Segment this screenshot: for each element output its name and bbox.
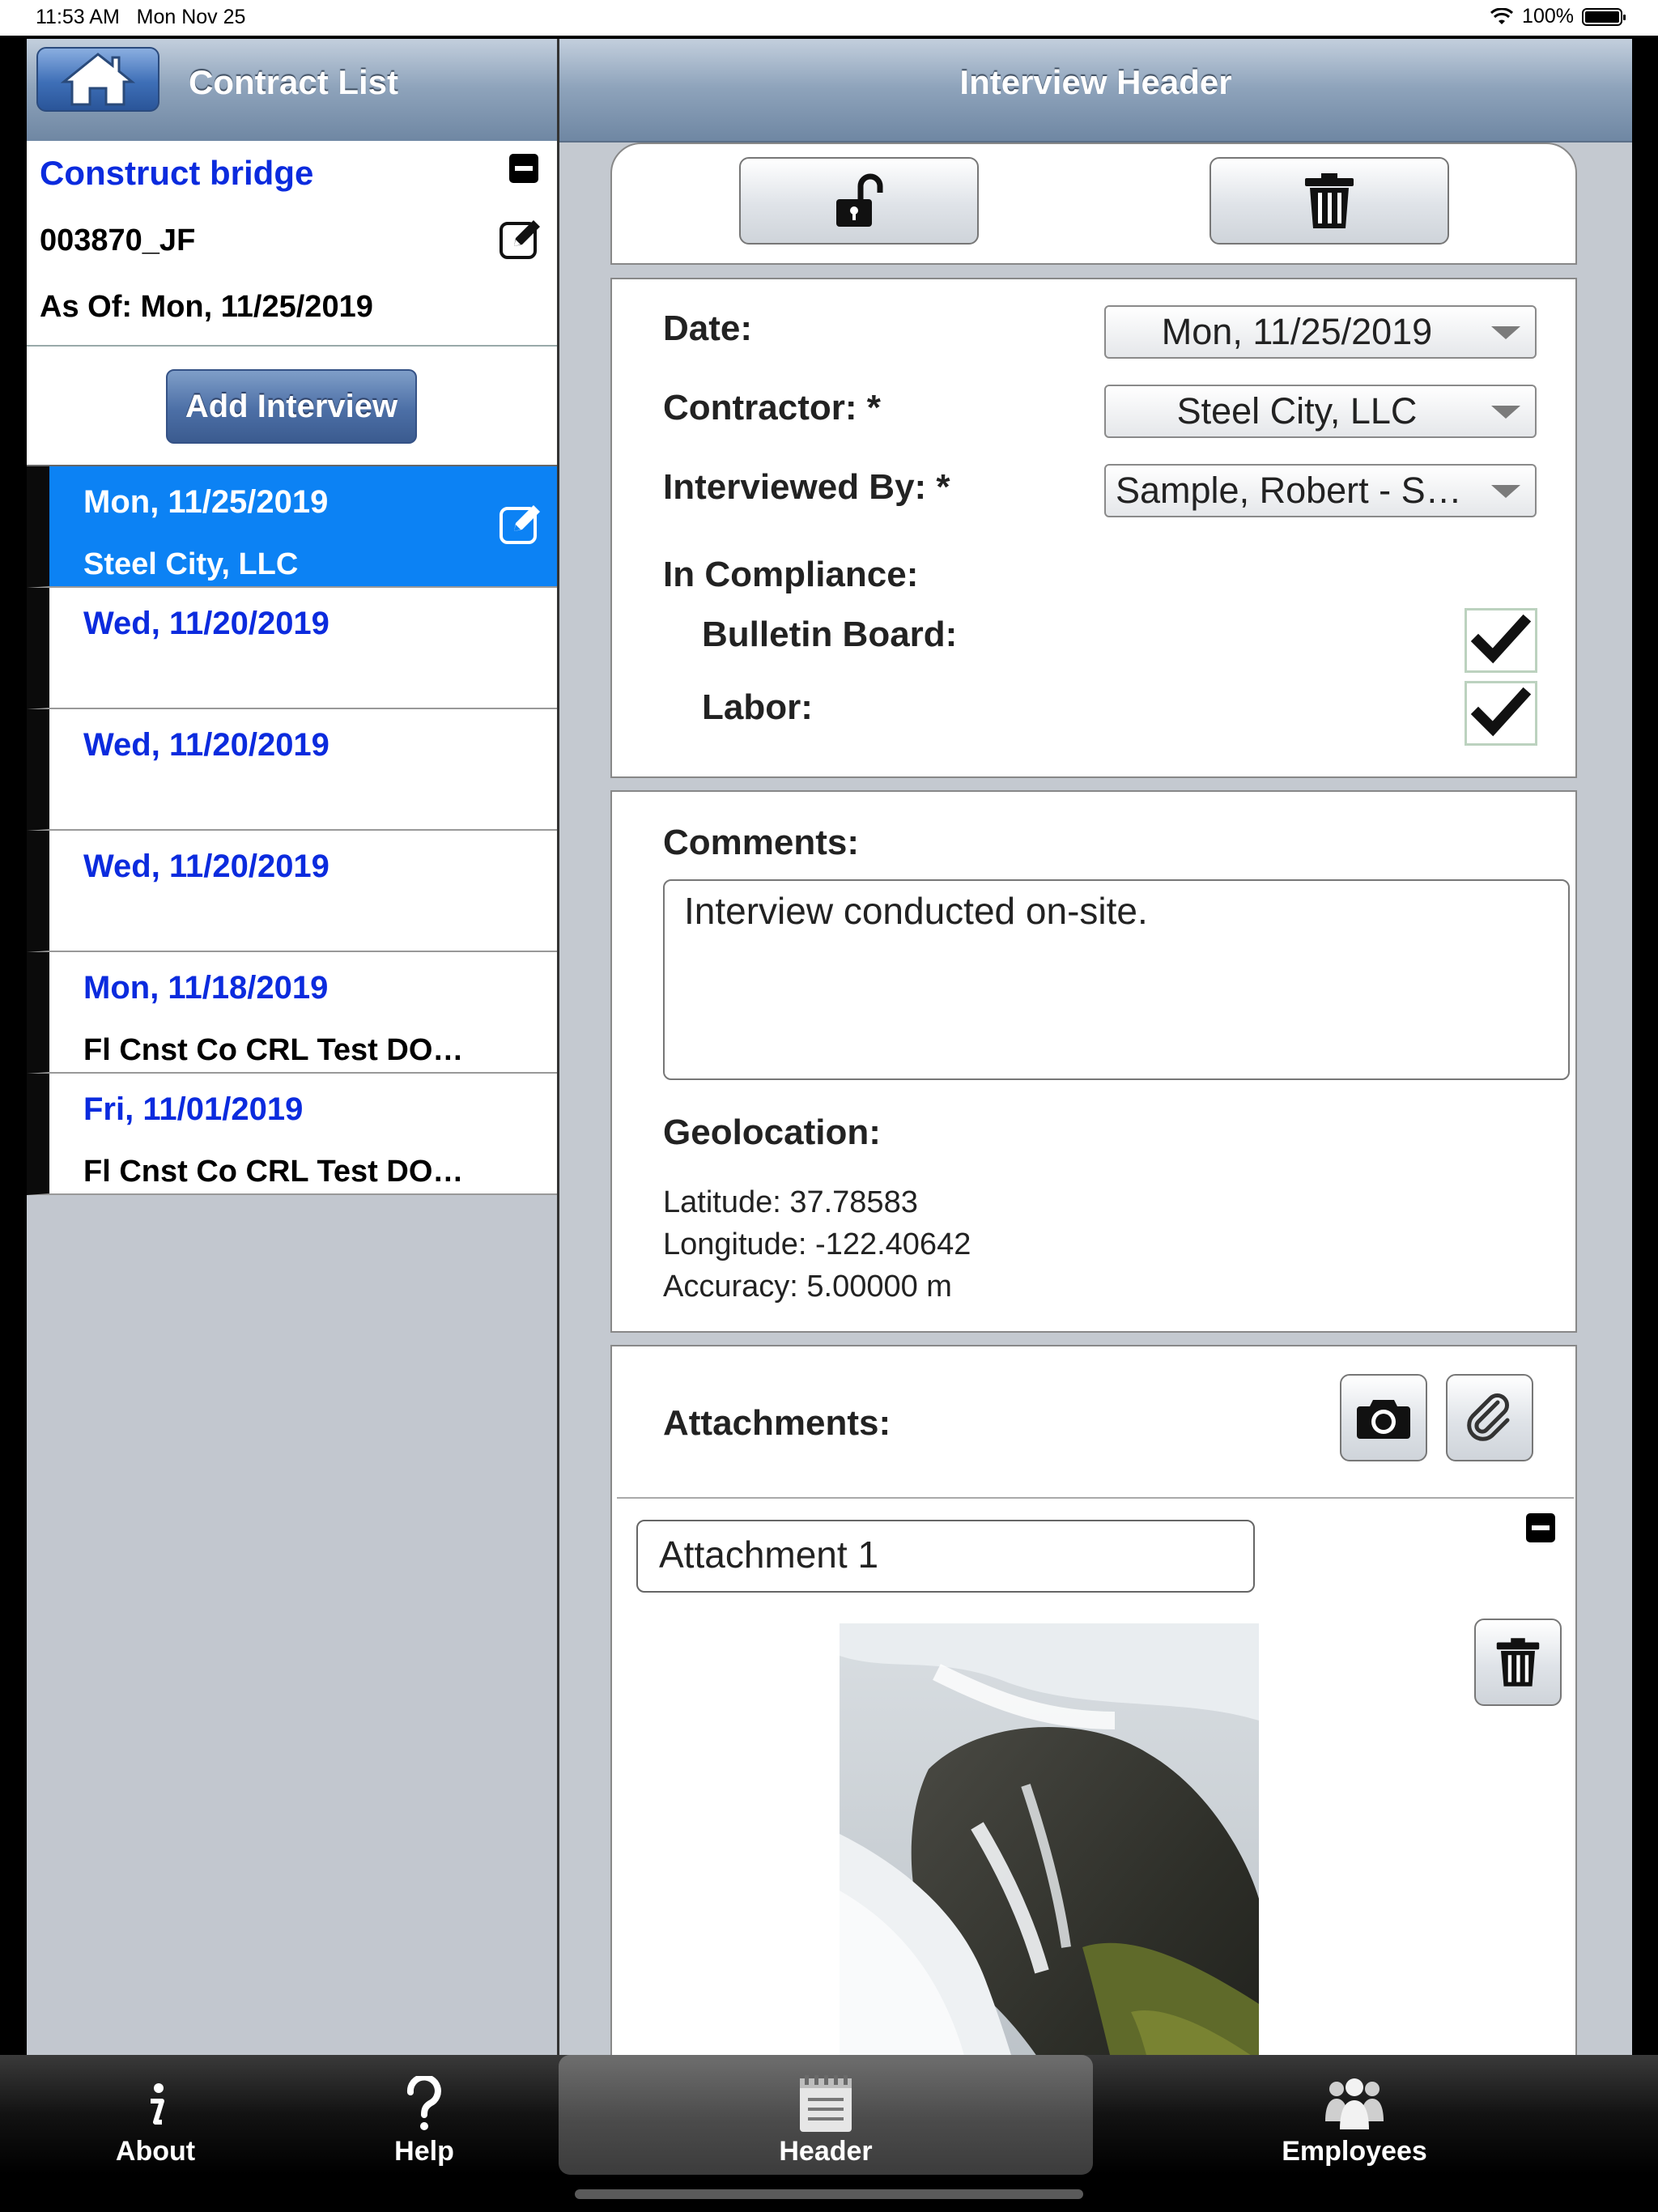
interviewed-by-dropdown[interactable]: Sample, Robert - S…	[1104, 464, 1537, 517]
longitude-text: Longitude: -122.40642	[663, 1227, 971, 1261]
collapse-icon[interactable]	[509, 154, 538, 183]
home-icon	[61, 53, 135, 106]
attachment-preview	[617, 1614, 1574, 2055]
contract-number: 003870_JF	[40, 223, 196, 257]
paperclip-icon	[1467, 1393, 1510, 1441]
chevron-down-icon	[1491, 485, 1520, 498]
attachment-name-input[interactable]: Attachment 1	[636, 1520, 1255, 1593]
interview-date: Wed, 11/20/2019	[83, 849, 329, 884]
contract-as-of: As Of: Mon, 11/25/2019	[40, 290, 373, 324]
notepad-icon	[800, 2075, 852, 2132]
attachments-section: Attachments: Attachment 1	[610, 1345, 1577, 2055]
checkmark-icon	[1470, 614, 1532, 664]
trash-icon	[1305, 173, 1354, 228]
edit-contract-icon[interactable]	[498, 215, 545, 262]
labor-checkbox[interactable]	[1465, 681, 1537, 746]
attachments-label: Attachments:	[663, 1403, 891, 1443]
info-icon	[151, 2083, 164, 2125]
contractor-value: Steel City, LLC	[1176, 390, 1418, 432]
interviewed-by-label: Interviewed By: *	[663, 467, 950, 507]
camera-icon	[1357, 1400, 1410, 1439]
interview-row[interactable]: Wed, 11/20/2019	[27, 588, 557, 709]
interview-date: Wed, 11/20/2019	[83, 606, 329, 641]
checkmark-icon	[1470, 687, 1532, 737]
interview-date: Mon, 11/25/2019	[83, 484, 329, 520]
contractor-dropdown[interactable]: Steel City, LLC	[1104, 385, 1537, 438]
date-value: Mon, 11/25/2019	[1161, 311, 1433, 352]
tab-header[interactable]: Header	[559, 2055, 1093, 2175]
question-icon	[406, 2076, 441, 2130]
battery-percent: 100%	[1522, 5, 1574, 28]
in-compliance-label: In Compliance:	[663, 555, 919, 594]
left-nav-title: Contract List	[189, 63, 399, 101]
battery-icon	[1582, 7, 1626, 26]
interview-header-pane: Interview Header Date: Mon, 11/25/2019 C…	[559, 39, 1632, 2055]
interviewed-by-value: Sample, Robert - S…	[1116, 470, 1462, 511]
accuracy-text: Accuracy: 5.00000 m	[663, 1270, 952, 1304]
comments-label: Comments:	[663, 823, 860, 862]
contract-title: Construct bridge	[40, 154, 314, 192]
people-icon	[1325, 2078, 1384, 2129]
contract-list-pane: Contract List Construct bridge 003870_JF…	[27, 39, 557, 2055]
bulletin-board-checkbox[interactable]	[1465, 608, 1537, 673]
geolocation-label: Geolocation:	[663, 1112, 881, 1152]
add-interview-button[interactable]: Add Interview	[166, 369, 417, 444]
unlock-icon	[836, 173, 883, 227]
latitude-text: Latitude: 37.78583	[663, 1185, 918, 1219]
bulletin-board-label: Bulletin Board:	[702, 615, 958, 654]
tab-bar: About Help Header Employees	[0, 2055, 1658, 2175]
interview-row[interactable]: Wed, 11/20/2019	[27, 831, 557, 952]
trash-icon	[1496, 1638, 1540, 1687]
interview-contractor: Fl Cnst Co CRL Test DO…	[83, 1033, 464, 1067]
date-dropdown[interactable]: Mon, 11/25/2019	[1104, 305, 1537, 359]
tab-label: Employees	[1282, 2136, 1427, 2167]
interview-row[interactable]: Mon, 11/18/2019 Fl Cnst Co CRL Test DO…	[27, 952, 557, 1074]
interview-row[interactable]: Fri, 11/01/2019 Fl Cnst Co CRL Test DO…	[27, 1074, 557, 1195]
attach-file-button[interactable]	[1446, 1374, 1533, 1461]
right-nav-bar: Interview Header	[559, 39, 1632, 143]
status-bar: 11:53 AM Mon Nov 25 100%	[0, 0, 1658, 36]
interview-list: Mon, 11/25/2019 Steel City, LLC Wed, 11/…	[27, 466, 557, 1195]
interview-row-selected[interactable]: Mon, 11/25/2019 Steel City, LLC	[27, 466, 557, 588]
tab-employees[interactable]: Employees	[1263, 2055, 1446, 2175]
delete-attachment-button[interactable]	[1474, 1619, 1562, 1706]
interview-date: Mon, 11/18/2019	[83, 970, 329, 1006]
interview-contractor: Steel City, LLC	[83, 547, 299, 581]
interview-contractor: Fl Cnst Co CRL Test DO…	[83, 1155, 464, 1189]
action-toolbar	[610, 143, 1577, 265]
status-right: 100%	[1490, 5, 1626, 28]
interview-form: Date: Mon, 11/25/2019 Contractor: * Stee…	[610, 278, 1577, 778]
home-button[interactable]	[36, 47, 159, 112]
attachment-row: Attachment 1	[617, 1497, 1574, 1615]
contract-summary: Construct bridge 003870_JF As Of: Mon, 1…	[27, 141, 557, 347]
comments-textarea[interactable]: Interview conducted on-site.	[663, 879, 1570, 1080]
status-time: 11:53 AM Mon Nov 25	[36, 6, 246, 28]
interview-row[interactable]: Wed, 11/20/2019	[27, 709, 557, 831]
right-nav-title: Interview Header	[959, 63, 1232, 101]
wifi-icon	[1490, 7, 1514, 24]
tab-about[interactable]: About	[74, 2055, 236, 2175]
labor-label: Labor:	[702, 687, 813, 727]
edit-interview-icon[interactable]	[498, 500, 545, 547]
chevron-down-icon	[1491, 406, 1520, 419]
waterfall-photo	[840, 1623, 1259, 2055]
tab-label: Header	[779, 2136, 873, 2167]
add-interview-area: Add Interview	[27, 347, 557, 466]
tab-label: Help	[394, 2136, 454, 2167]
camera-button[interactable]	[1340, 1374, 1427, 1461]
interview-date: Fri, 11/01/2019	[83, 1091, 304, 1127]
chevron-down-icon	[1491, 326, 1520, 339]
comments-section: Comments: Interview conducted on-site. G…	[610, 790, 1577, 1333]
unlock-button[interactable]	[739, 157, 979, 245]
interview-date: Wed, 11/20/2019	[83, 727, 329, 763]
left-nav-bar: Contract List	[27, 39, 557, 143]
home-indicator[interactable]	[575, 2189, 1083, 2199]
tab-label: About	[115, 2136, 196, 2167]
remove-attachment-icon[interactable]	[1526, 1513, 1555, 1542]
delete-interview-button[interactable]	[1209, 157, 1449, 245]
tab-help[interactable]: Help	[343, 2055, 505, 2175]
date-label: Date:	[663, 308, 753, 348]
contractor-label: Contractor: *	[663, 388, 881, 428]
